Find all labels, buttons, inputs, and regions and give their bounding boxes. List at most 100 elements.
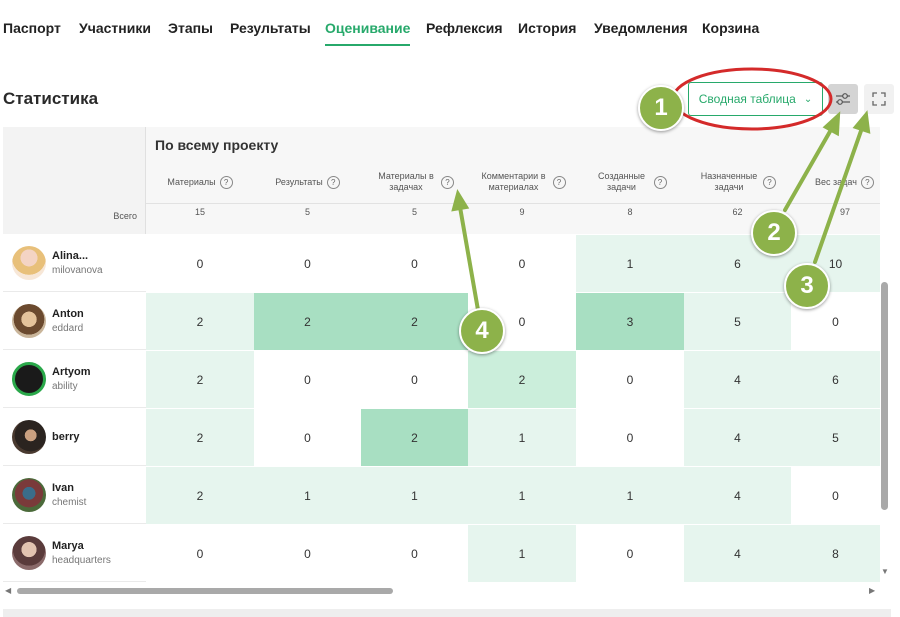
bottom-divider <box>3 609 891 617</box>
tab-history[interactable]: История <box>518 20 576 36</box>
help-icon[interactable]: ? <box>653 175 667 189</box>
tab-notifications[interactable]: Уведомления <box>594 20 688 36</box>
user-login: milovanova <box>52 265 103 276</box>
fullscreen-button[interactable] <box>864 84 894 114</box>
page-title: Статистика <box>3 89 99 108</box>
total-label: Всего <box>113 211 137 221</box>
table-cell[interactable]: 1 <box>576 467 684 524</box>
table-cell[interactable]: 1 <box>254 467 361 524</box>
vertical-scroll-thumb[interactable] <box>881 282 888 510</box>
tab-bar: Паспорт Участники Этапы Результаты Оцени… <box>0 0 900 50</box>
table-cell[interactable]: 0 <box>254 235 361 292</box>
help-icon[interactable]: ? <box>763 175 776 189</box>
table-cell[interactable]: 1 <box>576 235 684 292</box>
view-select-dropdown[interactable]: Сводная таблица ⌄ <box>688 82 823 116</box>
scroll-down-icon[interactable]: ▼ <box>881 567 889 576</box>
table-cell[interactable]: 8 <box>791 525 880 582</box>
vertical-scrollbar[interactable]: ▼ <box>880 127 890 584</box>
table-cell[interactable]: 0 <box>576 409 684 466</box>
table-cell[interactable]: 0 <box>146 525 254 582</box>
table-cell[interactable]: 0 <box>576 351 684 408</box>
table-cell[interactable]: 2 <box>146 351 254 408</box>
total-cell: 97 <box>839 207 850 217</box>
user-login: ability <box>52 381 78 392</box>
total-cell: 5 <box>304 207 310 217</box>
tab-evaluation[interactable]: Оценивание <box>325 20 411 46</box>
table-row: Ivan chemist 2 1 1 1 1 4 0 <box>3 467 880 524</box>
horizontal-scrollbar[interactable]: ◀ ▶ <box>3 584 880 598</box>
callout-marker-2: 2 <box>751 210 797 256</box>
user-name: Artyom <box>52 366 91 378</box>
table-cell[interactable]: 1 <box>468 467 576 524</box>
table-row: Marya headquarters 0 0 0 1 0 4 8 <box>3 525 880 582</box>
tab-results[interactable]: Результаты <box>230 20 311 36</box>
table-cell[interactable]: 4 <box>684 351 791 408</box>
group-title: По всему проекту <box>155 137 279 153</box>
avatar <box>12 362 46 396</box>
column-label: Результаты <box>275 176 323 187</box>
help-icon[interactable]: ? <box>860 175 874 189</box>
table-cell[interactable]: 0 <box>254 525 361 582</box>
callout-marker-1: 1 <box>638 85 684 131</box>
user-login: eddard <box>52 323 84 334</box>
table-cell[interactable]: 2 <box>468 351 576 408</box>
table-cell[interactable]: 4 <box>684 409 791 466</box>
help-icon[interactable]: ? <box>219 175 233 189</box>
table-row: Anton eddard 2 2 2 0 3 5 0 <box>3 293 880 350</box>
table-cell[interactable]: 0 <box>361 351 468 408</box>
total-cell: 9 <box>519 207 525 217</box>
total-cell: 15 <box>194 207 205 217</box>
table-cell[interactable]: 0 <box>361 525 468 582</box>
table-cell[interactable]: 1 <box>468 409 576 466</box>
table-cell[interactable]: 4 <box>684 467 791 524</box>
column-label: Материалы в задачах <box>378 171 434 192</box>
table-cell[interactable]: 5 <box>684 293 791 350</box>
table-cell[interactable]: 0 <box>146 235 254 292</box>
column-header-task-materials: Материалы в задачах? <box>361 163 468 201</box>
tab-reflection[interactable]: Рефлексия <box>426 20 503 36</box>
table-cell[interactable]: 2 <box>146 293 254 350</box>
table-cell[interactable]: 1 <box>361 467 468 524</box>
table-cell[interactable]: 2 <box>146 409 254 466</box>
header-divider <box>146 203 880 204</box>
table-row: berry 2 0 2 1 0 4 5 <box>3 409 880 466</box>
table-cell[interactable]: 0 <box>468 235 576 292</box>
table-cell[interactable]: 4 <box>684 525 791 582</box>
user-login: headquarters <box>52 555 111 566</box>
user-cell[interactable]: Artyom ability <box>3 351 146 408</box>
scroll-left-icon[interactable]: ◀ <box>5 586 11 595</box>
tab-stages[interactable]: Этапы <box>168 20 213 36</box>
user-name: Anton <box>52 308 84 320</box>
table-cell[interactable]: 5 <box>791 409 880 466</box>
user-cell[interactable]: Anton eddard <box>3 293 146 350</box>
chevron-down-icon: ⌄ <box>803 93 813 105</box>
table-cell[interactable]: 1 <box>468 525 576 582</box>
help-icon[interactable]: ? <box>552 175 566 189</box>
user-cell[interactable]: Alina... milovanova <box>3 235 146 292</box>
scroll-right-icon[interactable]: ▶ <box>869 586 875 595</box>
column-header-materials: Материалы? <box>146 163 254 201</box>
user-cell[interactable]: Ivan chemist <box>3 467 146 524</box>
table-cell[interactable]: 6 <box>791 351 880 408</box>
filter-button[interactable] <box>828 84 858 114</box>
avatar <box>12 536 46 570</box>
tab-passport[interactable]: Паспорт <box>3 20 61 36</box>
table-cell[interactable]: 0 <box>254 409 361 466</box>
table-cell[interactable]: 0 <box>791 467 880 524</box>
table-cell[interactable]: 2 <box>361 409 468 466</box>
table-cell[interactable]: 3 <box>576 293 684 350</box>
table-cell[interactable]: 2 <box>254 293 361 350</box>
table-cell[interactable]: 2 <box>361 293 468 350</box>
horizontal-scroll-thumb[interactable] <box>17 588 393 594</box>
avatar <box>12 478 46 512</box>
tab-participants[interactable]: Участники <box>79 20 151 36</box>
help-icon[interactable]: ? <box>441 175 454 189</box>
table-cell[interactable]: 0 <box>361 235 468 292</box>
user-cell[interactable]: berry <box>3 409 146 466</box>
help-icon[interactable]: ? <box>326 175 340 189</box>
tab-trash[interactable]: Корзина <box>702 20 759 36</box>
table-cell[interactable]: 0 <box>254 351 361 408</box>
table-cell[interactable]: 2 <box>146 467 254 524</box>
user-cell[interactable]: Marya headquarters <box>3 525 146 582</box>
table-cell[interactable]: 0 <box>576 525 684 582</box>
